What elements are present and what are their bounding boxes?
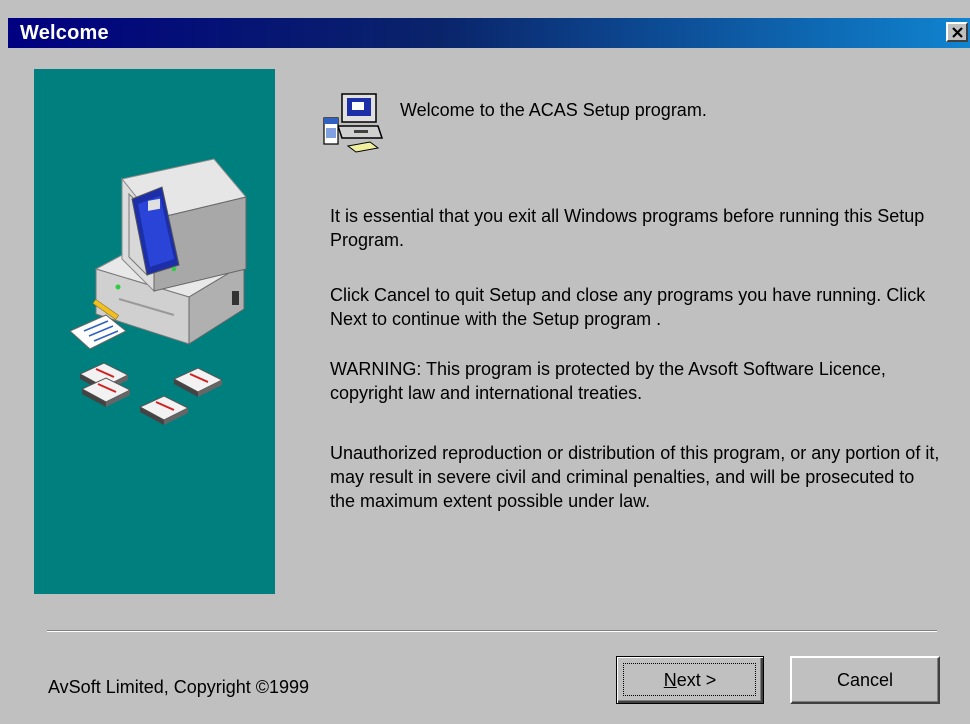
cancel-button[interactable]: Cancel — [790, 656, 940, 704]
focus-rect — [623, 663, 756, 696]
legal-paragraph: Unauthorized reproduction or distributio… — [330, 443, 940, 511]
side-panel — [34, 69, 275, 594]
computer-with-disks-illustration — [69, 158, 247, 425]
separator — [47, 630, 937, 632]
navigation-paragraph: Click Cancel to quit Setup and close any… — [330, 285, 926, 329]
window-title: Welcome — [20, 22, 109, 44]
copyright-text: AvSoft Limited, Copyright ©1999 — [48, 677, 310, 697]
instruction-paragraph: It is essential that you exit all Window… — [330, 206, 925, 250]
title-bar[interactable]: Welcome — [8, 18, 970, 48]
close-icon — [952, 27, 963, 38]
setup-computer-icon — [323, 93, 384, 153]
close-button[interactable] — [946, 22, 968, 42]
next-button[interactable]: Next > — [616, 656, 764, 704]
setup-dialog: Welcome Welcome to the ACAS Setup progra… — [0, 0, 970, 724]
cancel-button-label: Cancel — [836, 669, 894, 690]
warning-paragraph: WARNING: This program is protected by th… — [330, 359, 886, 403]
welcome-line: Welcome to the ACAS Setup program. — [400, 100, 707, 120]
